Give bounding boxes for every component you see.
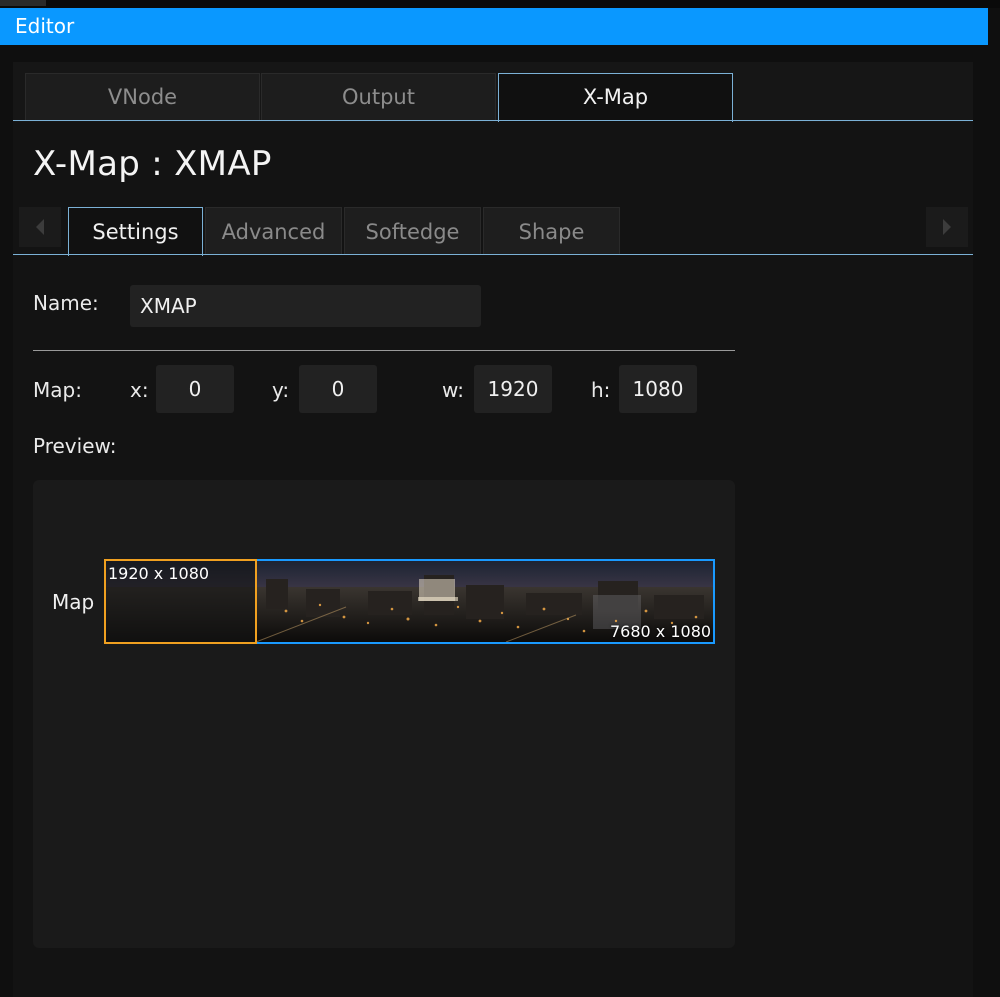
map-w-value: 1920 bbox=[487, 377, 539, 401]
tab-output-label: Output bbox=[342, 85, 415, 109]
name-input-value: XMAP bbox=[140, 294, 197, 318]
map-h-value: 1080 bbox=[632, 377, 684, 401]
map-x-label: x: bbox=[130, 378, 149, 402]
tab-underline bbox=[13, 120, 973, 121]
window-size-label: 1920 x 1080 bbox=[108, 564, 210, 583]
map-h-label: h: bbox=[591, 378, 611, 402]
page-title: X-Map : XMAP bbox=[33, 144, 272, 184]
tab-x-map[interactable]: X-Map bbox=[498, 73, 733, 122]
tab-shape[interactable]: Shape bbox=[483, 207, 620, 254]
tab-vnode-label: VNode bbox=[107, 85, 178, 109]
scroll-left-button[interactable] bbox=[19, 207, 61, 247]
triangle-left-icon bbox=[36, 219, 44, 235]
triangle-right-icon bbox=[943, 219, 951, 235]
map-h-input[interactable]: 1080 bbox=[619, 365, 697, 413]
tab-softedge[interactable]: Softedge bbox=[344, 207, 481, 254]
tab-advanced-label: Advanced bbox=[221, 220, 326, 244]
tab-x-map-label: X-Map bbox=[582, 85, 649, 109]
map-y-value: 0 bbox=[331, 377, 345, 401]
tab-vnode[interactable]: VNode bbox=[25, 73, 260, 121]
editor-panel: VNode Output X-Map X-Map : XMAP Settings… bbox=[13, 62, 973, 997]
top-strip bbox=[0, 0, 1000, 8]
preview-label: Preview: bbox=[33, 434, 117, 458]
name-input[interactable]: XMAP bbox=[130, 285, 481, 327]
top-grip bbox=[0, 0, 46, 6]
tab-softedge-label: Softedge bbox=[365, 220, 460, 244]
sub-tab-bar: Settings Advanced Softedge Shape bbox=[13, 207, 973, 256]
preview-map-label: Map bbox=[52, 590, 95, 614]
map-y-input[interactable]: 0 bbox=[299, 365, 377, 413]
map-x-input[interactable]: 0 bbox=[156, 365, 234, 413]
editor-titlebar: Editor bbox=[0, 8, 988, 45]
map-w-input[interactable]: 1920 bbox=[474, 365, 552, 413]
tab-advanced[interactable]: Advanced bbox=[205, 207, 342, 254]
map-x-value: 0 bbox=[188, 377, 202, 401]
preview-area bbox=[33, 480, 735, 948]
scroll-right-button[interactable] bbox=[926, 207, 968, 247]
section-divider bbox=[33, 350, 735, 351]
tab-settings[interactable]: Settings bbox=[68, 207, 203, 256]
name-label: Name: bbox=[33, 291, 99, 315]
tab-output[interactable]: Output bbox=[261, 73, 496, 121]
sub-tab-underline bbox=[13, 254, 973, 255]
editor-window: Editor VNode Output X-Map X-Map : XMAP S… bbox=[0, 0, 1000, 997]
map-w-label: w: bbox=[442, 378, 465, 402]
tab-shape-label: Shape bbox=[518, 220, 585, 244]
tab-settings-label: Settings bbox=[92, 220, 179, 244]
canvas-size-label: 7680 x 1080 bbox=[610, 622, 712, 641]
map-label: Map: bbox=[33, 378, 82, 402]
main-tab-bar: VNode Output X-Map bbox=[13, 62, 973, 122]
map-y-label: y: bbox=[272, 378, 290, 402]
window-title: Editor bbox=[15, 14, 75, 38]
